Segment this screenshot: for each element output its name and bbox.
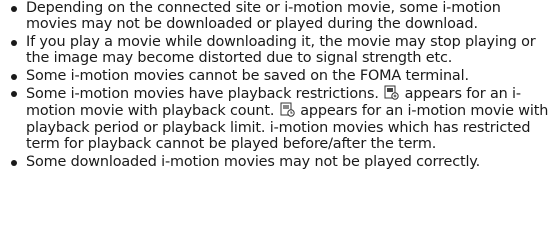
note-text: Some i-motion movies have playback restr… — [26, 86, 379, 103]
note-item: Some i-motion movies cannot be saved on … — [8, 68, 553, 84]
note-item: Some downloaded i-motion movies may not … — [8, 154, 553, 170]
note-text: Some downloaded i-motion movies may not … — [26, 153, 481, 170]
notes-list: Depending on the connected site or i-mot… — [0, 0, 553, 170]
note-text: If you play a movie while downloading it… — [26, 33, 536, 67]
note-item: Depending on the connected site or i-mot… — [8, 0, 553, 33]
note-text: Depending on the connected site or i-mot… — [26, 0, 501, 33]
note-item: Some i-motion movies have playback restr… — [8, 85, 553, 153]
playback-period-icon — [280, 102, 295, 118]
note-text: Some i-motion movies cannot be saved on … — [26, 67, 469, 84]
playback-count-icon — [384, 85, 399, 100]
note-item: If you play a movie while downloading it… — [8, 34, 553, 67]
